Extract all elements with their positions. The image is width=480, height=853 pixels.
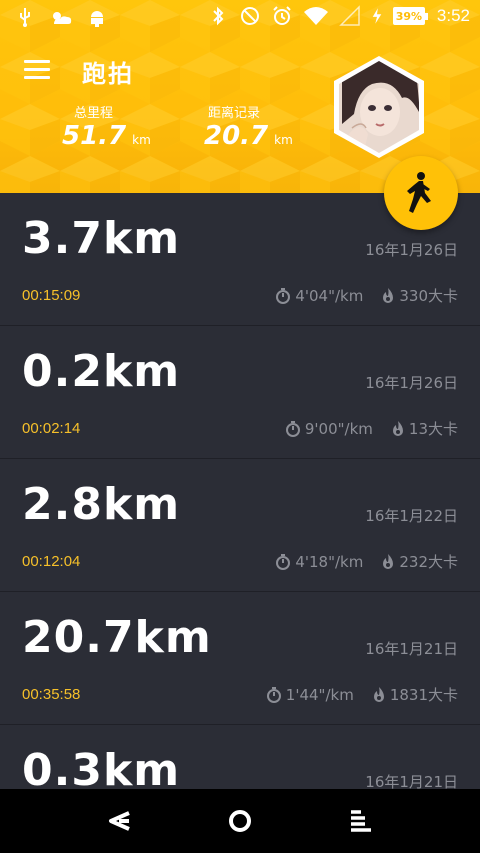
- home-button[interactable]: [220, 801, 260, 841]
- usb-icon: [20, 8, 30, 27]
- flame-icon: [383, 288, 394, 303]
- run-duration: 00:35:58: [22, 686, 81, 703]
- run-meta: 9'00"/km 13大卡: [285, 418, 458, 439]
- run-meta: 4'18"/km 232大卡: [275, 551, 458, 572]
- flame-icon: [392, 421, 403, 436]
- alarm-icon: [273, 6, 291, 25]
- run-distance: 3.7km: [22, 213, 181, 264]
- run-duration: 00:15:09: [22, 287, 81, 304]
- stopwatch-icon: [276, 287, 291, 304]
- run-calories: 232大卡: [399, 553, 458, 571]
- wifi-icon: [303, 7, 328, 25]
- status-time: 3:52: [436, 6, 470, 25]
- run-duration: 00:12:04: [22, 553, 81, 570]
- total-distance-label: 总里程: [74, 106, 114, 121]
- run-item[interactable]: 2.8km 16年1月22日 00:12:04 4'18"/km 232大卡: [0, 459, 480, 592]
- total-distance-stat: 总里程 51.7 km: [62, 102, 151, 151]
- android-icon: [91, 11, 103, 27]
- run-date: 16年1月26日: [365, 241, 458, 259]
- run-distance: 0.3km: [22, 745, 181, 789]
- flame-icon: [383, 554, 394, 569]
- weather-icon: [53, 12, 72, 24]
- signal-icon: [339, 5, 360, 26]
- distance-record-value: 20.7: [204, 121, 269, 151]
- run-distance: 2.8km: [22, 479, 181, 530]
- total-distance-unit: km: [132, 133, 151, 147]
- status-bar: 39% 3:52: [0, 0, 480, 36]
- distance-record-unit: km: [274, 133, 293, 147]
- run-date: 16年1月21日: [365, 773, 458, 789]
- stopwatch-icon: [285, 420, 300, 437]
- system-navigation-bar: [0, 789, 480, 853]
- run-meta: 1'44"/km 1831大卡: [266, 684, 458, 705]
- run-duration: 00:02:14: [22, 420, 81, 437]
- run-pace: 1'44"/km: [285, 685, 354, 704]
- run-distance: 20.7km: [22, 612, 212, 663]
- total-distance-value: 51.7: [62, 121, 127, 151]
- run-date: 16年1月26日: [365, 374, 458, 392]
- run-distance: 0.2km: [22, 346, 181, 397]
- stopwatch-icon: [266, 686, 281, 703]
- charging-icon: [372, 8, 382, 24]
- run-item[interactable]: 0.2km 16年1月26日 00:02:14 9'00"/km 13大卡: [0, 326, 480, 459]
- run-pace: 4'18"/km: [295, 552, 364, 571]
- run-calories: 330大卡: [399, 287, 458, 305]
- run-meta: 4'04"/km 330大卡: [275, 285, 458, 306]
- start-run-button[interactable]: [384, 156, 458, 230]
- run-calories: 13大卡: [408, 420, 458, 438]
- run-date: 16年1月21日: [365, 640, 458, 658]
- bluetooth-icon: [213, 6, 224, 26]
- distance-record-label: 距离记录: [208, 106, 261, 121]
- recents-button[interactable]: [340, 801, 380, 841]
- menu-icon[interactable]: [24, 60, 50, 80]
- run-item[interactable]: 20.7km 16年1月21日 00:35:58 1'44"/km 1831大卡: [0, 592, 480, 725]
- run-date: 16年1月22日: [365, 507, 458, 525]
- app-title: 跑拍: [82, 60, 134, 88]
- runner-icon: [407, 172, 431, 213]
- run-pace: 4'04"/km: [295, 286, 364, 305]
- run-item[interactable]: 0.3km 16年1月21日: [0, 725, 480, 789]
- home-icon: [229, 810, 251, 832]
- stopwatch-icon: [276, 553, 291, 570]
- distance-record-stat: 距离记录 20.7 km: [204, 102, 293, 151]
- back-icon: [109, 811, 130, 831]
- run-pace: 9'00"/km: [304, 419, 373, 438]
- run-calories: 1831大卡: [389, 686, 458, 704]
- back-button[interactable]: [100, 801, 140, 841]
- battery-indicator: 39%: [392, 7, 428, 25]
- user-avatar[interactable]: [332, 54, 426, 160]
- recents-icon: [351, 810, 371, 832]
- flame-icon: [373, 687, 384, 702]
- dnd-icon: [240, 7, 259, 25]
- run-list[interactable]: 3.7km 16年1月26日 00:15:09 4'04"/km 330大卡 0…: [0, 193, 480, 789]
